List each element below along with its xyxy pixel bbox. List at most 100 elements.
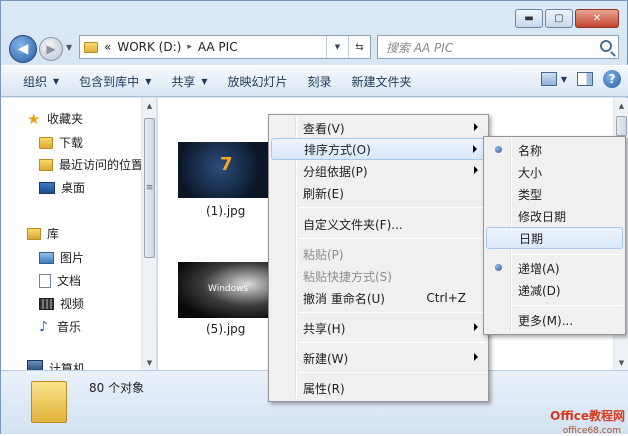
menu-separator — [514, 254, 623, 255]
address-bar[interactable]: « WORK (D:) ▸ AA PIC ▼ ⇆ — [79, 35, 371, 59]
menu-separator — [299, 372, 486, 373]
menu-item-label: 名称 — [518, 143, 543, 158]
sidebar-item-label: 图片 — [60, 251, 85, 265]
menu-item-customize-folder[interactable]: 自定义文件夹(F)... — [271, 213, 486, 235]
back-button[interactable]: ◀ — [9, 35, 37, 63]
search-input[interactable]: 搜索 AA PIC — [377, 35, 619, 59]
share-label: 共享 — [171, 74, 196, 89]
close-button[interactable]: ✕ — [575, 9, 619, 28]
menu-separator — [299, 312, 486, 313]
submenu-arrow-icon — [473, 145, 477, 153]
sort-item-more[interactable]: 更多(M)... — [486, 309, 623, 331]
sidebar-item-label: 文档 — [57, 274, 82, 288]
submenu-arrow-icon — [474, 123, 478, 131]
maximize-button[interactable]: ▢ — [545, 9, 573, 28]
scroll-down-arrow[interactable]: ▼ — [142, 355, 157, 370]
menu-item-group-by[interactable]: 分组依据(P) — [271, 160, 486, 182]
breadcrumb-separator[interactable]: ▸ — [187, 42, 192, 52]
sidebar-item-downloads[interactable]: 下载 — [39, 134, 83, 151]
navigation-pane: ★ 收藏夹 下载 最近访问的位置 桌面 库 图片 文档 视频 ♪ 音乐 计算机 … — [1, 98, 157, 370]
breadcrumb-folder[interactable]: AA PIC — [198, 40, 238, 54]
menu-item-label: 共享(H) — [303, 321, 346, 336]
sort-item-descending[interactable]: 递减(D) — [486, 279, 623, 301]
search-icon[interactable] — [600, 40, 612, 52]
sort-item-size[interactable]: 大小 — [486, 161, 623, 183]
preview-pane-icon[interactable] — [577, 72, 593, 86]
scroll-up-arrow[interactable]: ▲ — [142, 98, 157, 113]
sidebar-item-libraries[interactable]: 库 — [27, 225, 59, 242]
library-icon — [27, 227, 41, 240]
sort-item-type[interactable]: 类型 — [486, 183, 623, 205]
sidebar-item-documents[interactable]: 文档 — [39, 272, 81, 289]
include-library-label: 包含到库中 — [79, 74, 140, 89]
address-dropdown-button[interactable]: ▼ — [326, 36, 348, 58]
sidebar-item-pictures[interactable]: 图片 — [39, 249, 84, 266]
scroll-thumb[interactable]: ≡ — [144, 118, 155, 258]
grip-icon: ≡ — [145, 183, 154, 193]
sidebar-item-recent[interactable]: 最近访问的位置 — [39, 156, 141, 173]
recent-places-icon — [39, 158, 53, 171]
pictures-icon — [39, 251, 54, 264]
slideshow-button[interactable]: 放映幻灯片 — [218, 69, 298, 93]
include-library-button[interactable]: 包含到库中 ▼ — [69, 69, 161, 93]
sidebar-item-computer[interactable]: 计算机 — [27, 360, 85, 370]
watermark-url: office68.com — [562, 426, 621, 436]
menu-item-label: 排序方式(O) — [304, 142, 371, 157]
forward-button[interactable]: ▶ — [39, 37, 63, 61]
menu-item-properties[interactable]: 属性(R) — [271, 377, 486, 399]
sidebar-item-label: 计算机 — [49, 362, 86, 370]
scroll-thumb[interactable] — [616, 116, 627, 136]
scroll-up-arrow[interactable]: ▲ — [614, 98, 628, 113]
chevron-down-icon: ▼ — [145, 76, 152, 86]
submenu-arrow-icon — [474, 323, 478, 331]
refresh-button[interactable]: ⇆ — [348, 36, 370, 58]
menu-item-label: 分组依据(P) — [303, 164, 368, 179]
menu-item-undo-rename[interactable]: 撤消 重命名(U) Ctrl+Z — [271, 287, 486, 309]
menu-item-new[interactable]: 新建(W) — [271, 347, 486, 369]
address-tools: ▼ ⇆ — [326, 36, 370, 58]
organize-button[interactable]: 组织 ▼ — [13, 69, 69, 93]
sidebar-item-label: 下载 — [59, 136, 84, 150]
sidebar-item-favorites[interactable]: ★ 收藏夹 — [27, 110, 83, 127]
scroll-down-arrow[interactable]: ▼ — [614, 355, 628, 370]
chevron-down-icon: ▼ — [53, 76, 60, 86]
file-name[interactable]: (5).jpg — [206, 322, 245, 336]
recent-pages-dropdown[interactable]: ▼ — [66, 43, 72, 52]
file-thumbnail[interactable] — [178, 142, 270, 198]
search-placeholder: 搜索 AA PIC — [386, 40, 454, 55]
breadcrumb-overflow[interactable]: « — [104, 40, 111, 54]
minimize-button[interactable]: ▬ — [515, 9, 543, 28]
sidebar-item-desktop[interactable]: 桌面 — [39, 179, 85, 196]
downloads-folder-icon — [39, 136, 53, 149]
sidebar-item-label: 视频 — [60, 297, 85, 311]
burn-button[interactable]: 刻录 — [298, 69, 342, 93]
sort-item-date[interactable]: 日期 — [486, 227, 623, 249]
help-icon[interactable]: ? — [603, 70, 621, 88]
share-button[interactable]: 共享 ▼ — [161, 69, 217, 93]
breadcrumb-drive[interactable]: WORK (D:) — [117, 40, 181, 54]
sidebar-item-music[interactable]: ♪ 音乐 — [39, 318, 81, 335]
menu-item-share[interactable]: 共享(H) — [271, 317, 486, 339]
file-thumbnail[interactable]: Windows — [178, 262, 270, 318]
sort-item-ascending[interactable]: 递增(A) — [486, 257, 623, 279]
navigation-scrollbar[interactable]: ▲ ≡ ▼ — [141, 98, 156, 370]
menu-item-label: 撤消 重命名(U) — [303, 291, 385, 306]
thumbnail-text: Windows — [208, 284, 249, 294]
document-icon — [39, 273, 51, 288]
sidebar-item-videos[interactable]: 视频 — [39, 295, 84, 312]
forward-arrow-icon: ▶ — [46, 42, 56, 56]
menu-item-shortcut: Ctrl+Z — [426, 291, 466, 305]
organize-label: 组织 — [23, 74, 48, 89]
menu-item-sort-by[interactable]: 排序方式(O) — [271, 138, 486, 160]
video-icon — [39, 297, 54, 310]
menu-item-view[interactable]: 查看(V) — [271, 117, 486, 139]
menu-item-paste: 粘贴(P) — [303, 247, 344, 262]
sort-item-name[interactable]: 名称 — [486, 139, 623, 161]
menu-item-refresh[interactable]: 刷新(E) — [271, 182, 486, 204]
file-name[interactable]: (1).jpg — [206, 204, 245, 218]
new-folder-button[interactable]: 新建文件夹 — [342, 69, 422, 93]
change-view-button[interactable]: ▼ — [540, 72, 567, 86]
sort-item-date-modified[interactable]: 修改日期 — [486, 205, 623, 227]
folder-icon — [31, 381, 67, 423]
refresh-icon: ⇆ — [355, 41, 364, 53]
